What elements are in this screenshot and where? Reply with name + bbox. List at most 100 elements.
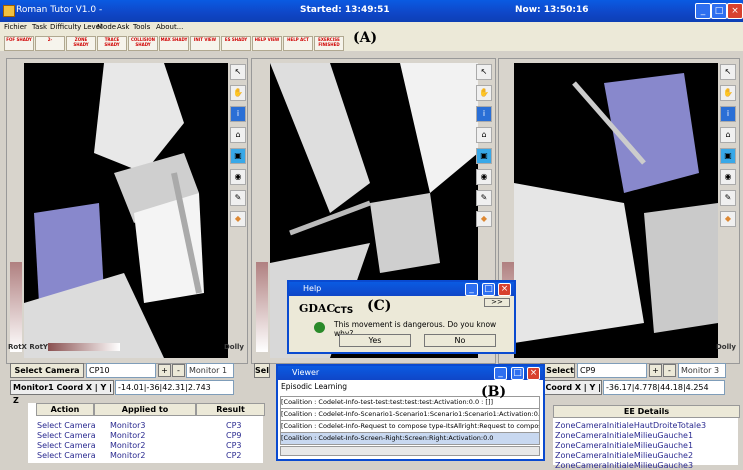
- toolbar-button-help-act[interactable]: HELP ACT: [283, 36, 313, 51]
- minimize-button[interactable]: _: [695, 3, 711, 19]
- logo-circle-icon: [314, 322, 325, 333]
- toolbar-button-help-view[interactable]: HELP VIEW: [252, 36, 282, 51]
- ee-details-header[interactable]: EE Details: [553, 405, 740, 418]
- ee-details-list: EE Details ZoneCameraInitialeHautDroiteT…: [553, 405, 740, 470]
- table-cell: Monitor2: [110, 451, 146, 460]
- hand-icon[interactable]: ✋: [230, 85, 246, 101]
- info-icon[interactable]: i: [230, 106, 246, 122]
- select-camera-right-button[interactable]: Select Camera: [540, 363, 575, 378]
- rot-slider-left[interactable]: [10, 262, 22, 352]
- eye-icon[interactable]: ◉: [476, 169, 492, 185]
- table-header-applied[interactable]: Applied to: [94, 403, 196, 416]
- view-icon[interactable]: ▣: [230, 148, 246, 164]
- maximize-button[interactable]: □: [711, 3, 727, 19]
- select-camera-left-button[interactable]: Select Camera: [10, 363, 84, 378]
- table-cell: Monitor2: [110, 441, 146, 450]
- list-item: ZoneCameraInitialeMilieuGauche3: [555, 461, 694, 470]
- brush-icon[interactable]: ✎: [720, 190, 736, 206]
- dolly-label-right: Dolly: [716, 343, 736, 351]
- toolbar-button-exercise-finished[interactable]: EXERCISE FINISHED: [314, 36, 344, 51]
- rot-slider-center[interactable]: [256, 262, 268, 352]
- coord-label-right: Coord X | Y | Z: [540, 380, 602, 395]
- list-item: ZoneCameraInitialeMilieuGauche1: [555, 431, 694, 440]
- menu-about[interactable]: About...: [156, 23, 183, 31]
- help-titlebar: Help _ □ ×: [289, 282, 514, 296]
- view-tools-center: ↖ ✋ i ⌂ ▣ ◉ ✎ ◆: [476, 64, 492, 232]
- viewer-close-button[interactable]: ×: [527, 367, 540, 380]
- menu-mode[interactable]: Mode: [97, 23, 116, 31]
- pointer-icon[interactable]: ↖: [720, 64, 736, 80]
- view-tools-right: ↖ ✋ i ⌂ ▣ ◉ ✎ ◆: [720, 64, 736, 232]
- toolbar-button-init-view[interactable]: INIT VIEW: [190, 36, 220, 51]
- menu-difficulty[interactable]: Difficulty Level: [50, 23, 102, 31]
- toolbar-button-2[interactable]: 2-: [35, 36, 65, 51]
- marker-c: (C): [367, 298, 392, 314]
- table-cell: CP3: [226, 441, 242, 450]
- brush-icon[interactable]: ✎: [230, 190, 246, 206]
- house-icon[interactable]: ⌂: [720, 127, 736, 143]
- viewer-titlebar: Viewer _ □ ×: [278, 366, 543, 380]
- menu-fichier[interactable]: Fichier: [4, 23, 27, 31]
- help-minimize-button[interactable]: _: [465, 283, 478, 296]
- menu-ask[interactable]: Ask: [117, 23, 130, 31]
- house-icon[interactable]: ⌂: [476, 127, 492, 143]
- table-cell: Monitor3: [110, 421, 146, 430]
- viewer-minimize-button[interactable]: _: [494, 367, 507, 380]
- hand-icon[interactable]: ✋: [476, 85, 492, 101]
- dolly-slider-left[interactable]: [48, 343, 120, 351]
- list-item: ZoneCameraInitialeMilieuGauche2: [555, 451, 694, 460]
- eye-icon[interactable]: ◉: [720, 169, 736, 185]
- help-maximize-button[interactable]: □: [482, 283, 495, 296]
- pointer-icon[interactable]: ↖: [230, 64, 246, 80]
- window-title: Roman Tutor V1.0 -: [16, 5, 103, 15]
- info-icon[interactable]: i: [720, 106, 736, 122]
- viewport-left[interactable]: [24, 63, 228, 358]
- coord-label-left: Monitor1 Coord X | Y | Z: [10, 380, 114, 405]
- house-icon[interactable]: ⌂: [230, 127, 246, 143]
- camera-plus-right[interactable]: +: [649, 364, 662, 377]
- palette-icon[interactable]: ◆: [720, 211, 736, 227]
- camera-field-right[interactable]: CP9: [577, 363, 647, 378]
- menu-tools[interactable]: Tools: [133, 23, 150, 31]
- now-time: Now: 13:50:16: [515, 5, 589, 15]
- app-icon: [3, 5, 15, 17]
- palette-icon[interactable]: ◆: [230, 211, 246, 227]
- eye-icon[interactable]: ◉: [230, 169, 246, 185]
- toolbar-button-fof[interactable]: FOF SHADY: [4, 36, 34, 51]
- pointer-icon[interactable]: ↖: [476, 64, 492, 80]
- toolbar-button-zone[interactable]: ZONE SHADY: [66, 36, 96, 51]
- help-more-button[interactable]: >>: [484, 298, 510, 307]
- table-header-action[interactable]: Action: [36, 403, 94, 416]
- monitor-right: Monitor 3: [678, 363, 726, 378]
- coord-field-right[interactable]: -36.17|4.778|44.18|4.254: [603, 380, 725, 395]
- info-icon[interactable]: i: [476, 106, 492, 122]
- viewport-right[interactable]: [514, 63, 718, 358]
- menu-task[interactable]: Task: [32, 23, 47, 31]
- list-item: ZoneCameraInitialeMilieuGauche1: [555, 441, 694, 450]
- monitor-left: Monitor 1: [186, 363, 234, 378]
- hand-icon[interactable]: ✋: [720, 85, 736, 101]
- toolbar-button-max[interactable]: MAX SHADY: [159, 36, 189, 51]
- close-button[interactable]: ×: [727, 3, 743, 19]
- toolbar-button-collision[interactable]: COLLISION SHADY: [128, 36, 158, 51]
- toolbar-button-trace[interactable]: TRACE SHADY: [97, 36, 127, 51]
- camera-plus-left[interactable]: +: [158, 364, 171, 377]
- select-camera-center-button[interactable]: Sele: [254, 363, 270, 378]
- viewer-maximize-button[interactable]: □: [511, 367, 524, 380]
- view-icon[interactable]: ▣: [476, 148, 492, 164]
- camera-minus-right[interactable]: -: [663, 364, 676, 377]
- camera-field-left[interactable]: CP10: [86, 363, 156, 378]
- toolbar-button-es[interactable]: ES SHADY: [221, 36, 251, 51]
- palette-icon[interactable]: ◆: [476, 211, 492, 227]
- table-header-result[interactable]: Result: [196, 403, 265, 416]
- yes-button[interactable]: Yes: [339, 334, 411, 347]
- view-icon[interactable]: ▣: [720, 148, 736, 164]
- brush-icon[interactable]: ✎: [476, 190, 492, 206]
- viewer-row-selected[interactable]: [Coalition : Codelet-Info-Screen-Right:S…: [280, 432, 540, 445]
- camera-minus-left[interactable]: -: [172, 364, 185, 377]
- coord-field-left[interactable]: -14.01|-36|42.31|2.743: [115, 380, 234, 395]
- viewer-scrollbar[interactable]: [280, 446, 540, 456]
- no-button[interactable]: No: [424, 334, 496, 347]
- help-close-button[interactable]: ×: [498, 283, 511, 296]
- rot-label-left: RotX RotY: [8, 343, 48, 351]
